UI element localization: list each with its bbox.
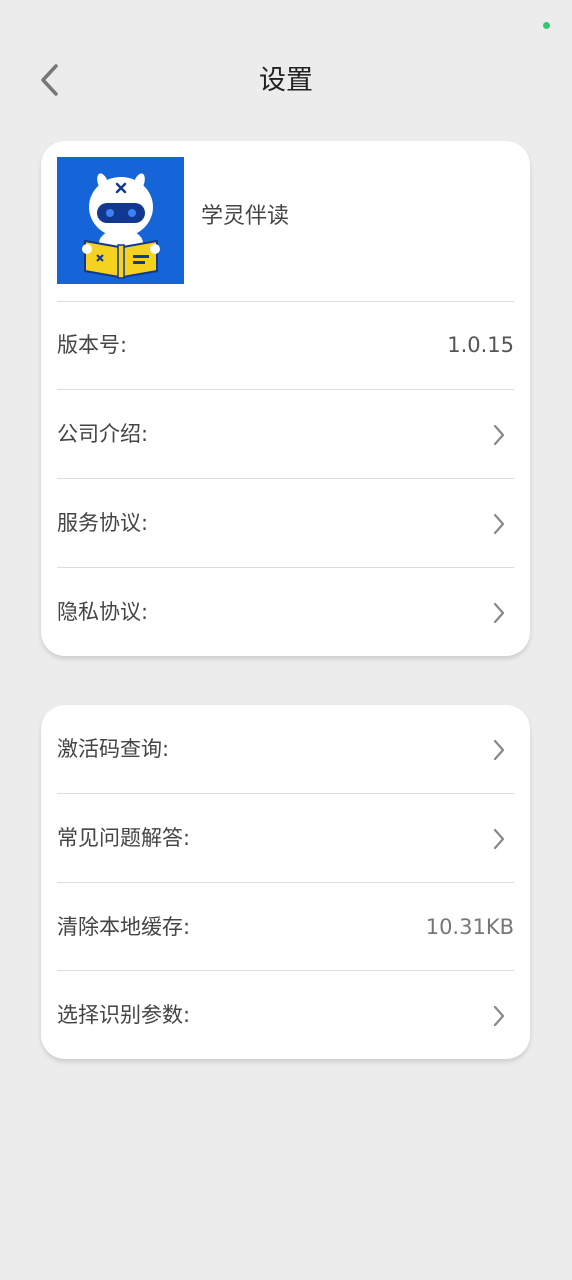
clear-cache-label: 清除本地缓存:: [57, 915, 191, 939]
version-label: 版本号:: [57, 333, 128, 357]
activation-code-row[interactable]: 激活码查询:: [41, 705, 530, 794]
version-row: 版本号: 1.0.15: [41, 301, 530, 390]
chevron-right-icon: [493, 828, 505, 850]
status-indicator-dot: [543, 22, 550, 29]
settings-card: 激活码查询: 常见问题解答: 清除本地缓存: 10.31KB 选择识别参数:: [41, 705, 530, 1059]
chevron-right-icon: [493, 424, 505, 446]
company-intro-row[interactable]: 公司介绍:: [41, 390, 530, 479]
cache-size-value: 10.31KB: [425, 915, 514, 939]
recognition-params-label: 选择识别参数:: [57, 1003, 191, 1027]
page-title: 设置: [259, 65, 313, 96]
clear-cache-row[interactable]: 清除本地缓存: 10.31KB: [41, 883, 530, 972]
privacy-agreement-label: 隐私协议:: [57, 600, 149, 624]
faq-row[interactable]: 常见问题解答:: [41, 794, 530, 883]
header: 设置: [0, 50, 572, 110]
chevron-right-icon: [493, 513, 505, 535]
service-agreement-row[interactable]: 服务协议:: [41, 479, 530, 568]
chevron-right-icon: [493, 1005, 505, 1027]
company-intro-label: 公司介绍:: [57, 422, 149, 446]
app-info-card: 学灵伴读 版本号: 1.0.15 公司介绍: 服务协议: 隐私协议:: [41, 141, 530, 656]
version-value: 1.0.15: [447, 333, 514, 357]
recognition-params-row[interactable]: 选择识别参数:: [41, 971, 530, 1060]
activation-code-label: 激活码查询:: [57, 737, 170, 761]
robot-reading-logo-icon: [57, 157, 184, 284]
faq-label: 常见问题解答:: [57, 826, 191, 850]
privacy-agreement-row[interactable]: 隐私协议:: [41, 568, 530, 657]
chevron-right-icon: [493, 739, 505, 761]
app-header-row: 学灵伴读: [41, 141, 530, 301]
app-name: 学灵伴读: [201, 204, 290, 229]
chevron-right-icon: [493, 602, 505, 624]
app-logo: [57, 157, 184, 284]
service-agreement-label: 服务协议:: [57, 511, 149, 535]
